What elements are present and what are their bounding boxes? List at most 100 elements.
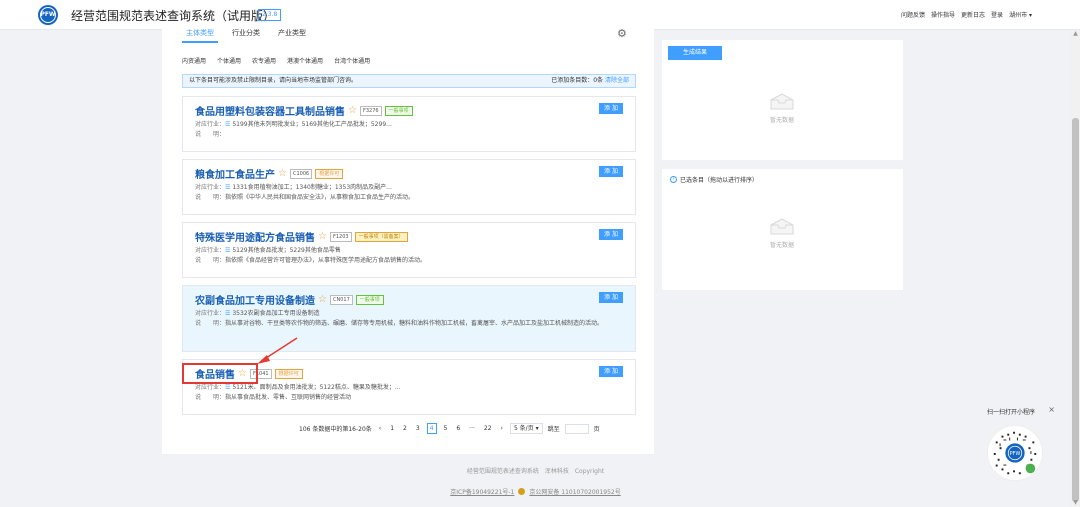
- info-text: 以下条目可能涉及禁止限制目录，请向当地市场监管部门咨询。: [189, 77, 358, 84]
- pagination: 106 条数据中的第16-20条 ‹ 1 2 3 4 5 6 ··· 22 › …: [299, 423, 600, 434]
- city-select[interactable]: 湖州市: [1009, 10, 1032, 19]
- add-button[interactable]: 添 加: [599, 166, 623, 177]
- page-6[interactable]: 6: [454, 424, 462, 433]
- desc-text: 指依照《食品经营许可管理办法》，从事特殊医学用途配方食品销售的活动。: [225, 257, 427, 264]
- add-button[interactable]: 添 加: [599, 292, 623, 303]
- qr-logo-text: PFW: [1010, 451, 1021, 457]
- page-size-value: 5 条/页: [513, 425, 534, 432]
- police-link[interactable]: 京公网安备 11010702001952号: [529, 487, 620, 496]
- qr-code-icon: PFW: [987, 425, 1043, 481]
- subtab-domestic[interactable]: 内资通用: [182, 56, 206, 65]
- page-2[interactable]: 2: [401, 424, 409, 433]
- item-title[interactable]: 食品用塑料包装容器工具制品销售: [195, 103, 345, 118]
- add-button[interactable]: 添 加: [599, 103, 623, 114]
- added-count: 已添加条目数：0条: [551, 77, 604, 84]
- desc-text: 指从事食品批发、零售、互联网销售的经营活动: [225, 394, 352, 401]
- list-item: 食品用塑料包装容器工具制品销售 ☆ F3276 一般事项 添 加 对应行业：☰ …: [182, 96, 636, 152]
- nav-changelog[interactable]: 更新日志: [961, 10, 985, 19]
- generate-result-button[interactable]: 生成结果: [668, 46, 722, 60]
- desc-label: 说 明：: [195, 131, 226, 138]
- tab-entity-type[interactable]: 主体类型: [182, 28, 218, 43]
- question-icon: ?: [670, 176, 677, 183]
- industry-label: 对应行业：: [195, 247, 226, 254]
- nav-login[interactable]: 登录: [991, 10, 1003, 19]
- nav-feedback[interactable]: 问题反馈: [901, 10, 925, 19]
- page-3[interactable]: 3: [414, 424, 422, 433]
- item-title[interactable]: 粮食加工食品生产: [195, 166, 275, 181]
- item-title[interactable]: 农副食品加工专用设备制造: [195, 292, 315, 307]
- selected-header: ? 已选条目（拖动以进行排序）: [670, 175, 758, 184]
- status-badge: 根据许可: [274, 368, 303, 379]
- page-1[interactable]: 1: [388, 424, 396, 433]
- subtab-individual[interactable]: 个体通用: [217, 56, 241, 65]
- scrollbar[interactable]: ▲ ▼: [1071, 30, 1080, 507]
- clear-all-link[interactable]: 清除全部: [605, 77, 629, 84]
- page-22[interactable]: 22: [482, 424, 494, 433]
- page-5[interactable]: 5: [442, 424, 450, 433]
- item-code: F1203: [329, 231, 352, 242]
- industry-text: 5199其他未列明批发业；5169其他化工产品批发；5299...: [232, 121, 392, 128]
- pager-summary: 106 条数据中的第16-20条: [299, 426, 372, 433]
- list-icon[interactable]: ☰: [225, 384, 230, 391]
- industry-label: 对应行业：: [195, 184, 226, 191]
- gear-icon[interactable]: ⚙: [617, 28, 629, 40]
- subtab-farm[interactable]: 农专通用: [252, 56, 276, 65]
- category-tabs: 主体类型 行业分类 产业类型: [182, 28, 310, 43]
- list-icon[interactable]: ☰: [225, 121, 230, 128]
- add-button[interactable]: 添 加: [599, 366, 623, 377]
- prev-page-icon[interactable]: ‹: [377, 424, 383, 433]
- empty-state: 暂无数据: [762, 217, 802, 249]
- logo[interactable]: PFW: [38, 5, 58, 25]
- desc-text: 指从事对谷物、干豆类等农作物的筛选、碾磨、储存等专用机械，糖料和油料作物加工机械…: [225, 320, 604, 327]
- add-button[interactable]: 添 加: [599, 229, 623, 240]
- item-title[interactable]: 特殊医学用途配方食品销售: [195, 229, 315, 244]
- industry-label: 对应行业：: [195, 121, 226, 128]
- empty-text: 暂无数据: [769, 117, 794, 124]
- subtab-taiwan[interactable]: 台湾个体通用: [334, 56, 370, 65]
- desc-label: 说 明：: [195, 320, 226, 327]
- page-ellipsis[interactable]: ···: [467, 424, 477, 433]
- list-icon[interactable]: ☰: [225, 184, 230, 191]
- list-item: 特殊医学用途配方食品销售 ☆ F1203 一般事项（需备案） 添 加 对应行业：…: [182, 222, 636, 278]
- list-item: 农副食品加工专用设备制造 ☆ CN017 一般事项 添 加 对应行业：☰ 353…: [182, 285, 636, 352]
- industry-label: 对应行业：: [195, 384, 226, 391]
- industry-text: 1331食用植物油加工；1340制糖业；1353肉制品及副产...: [232, 184, 392, 191]
- selected-label: 已选条目（拖动以进行排序）: [680, 177, 759, 184]
- empty-state: 暂无数据: [762, 92, 802, 124]
- star-icon[interactable]: ☆: [348, 105, 357, 116]
- close-icon[interactable]: ×: [1048, 405, 1055, 414]
- empty-inbox-icon: [770, 93, 794, 110]
- list-icon[interactable]: ☰: [225, 310, 230, 317]
- star-icon[interactable]: ☆: [318, 294, 327, 305]
- list-icon[interactable]: ☰: [225, 247, 230, 254]
- desc-label: 说 明：: [195, 394, 226, 401]
- tab-industry[interactable]: 行业分类: [228, 28, 264, 43]
- page-4[interactable]: 4: [426, 423, 437, 434]
- jump-input[interactable]: [564, 423, 589, 434]
- footer-copyright: 经营范围规范表述查询系统 浑林科技 Copyright: [466, 468, 605, 475]
- tab-sector[interactable]: 产业类型: [274, 28, 310, 43]
- scroll-thumb[interactable]: [1072, 118, 1079, 502]
- annotation-box: [182, 363, 258, 384]
- industry-text: 3532农副食品加工专用设备制造: [232, 310, 320, 317]
- desc-label: 说 明：: [195, 257, 226, 264]
- empty-text: 暂无数据: [769, 242, 794, 249]
- icp-link[interactable]: 京ICP备19049221号-1: [450, 487, 514, 496]
- nav-guide[interactable]: 操作指导: [931, 10, 955, 19]
- star-icon[interactable]: ☆: [318, 231, 327, 242]
- version-badge: 2.3.8: [258, 9, 282, 21]
- selected-panel: ? 已选条目（拖动以进行排序） 暂无数据: [662, 169, 903, 290]
- annotation-arrow-icon: [257, 337, 298, 364]
- item-code: F3276: [359, 105, 382, 116]
- industry-label: 对应行业：: [195, 310, 226, 317]
- scroll-up-icon[interactable]: ▲: [1072, 31, 1079, 37]
- page-size-select[interactable]: 5 条/页 ▾: [509, 423, 543, 434]
- scroll-down-icon[interactable]: ▼: [1072, 500, 1079, 506]
- status-badge: 一般事项: [355, 294, 384, 305]
- desc-label: 说 明：: [195, 194, 226, 201]
- status-badge: 根据许可: [315, 168, 344, 179]
- top-nav: 问题反馈 操作指导 更新日志 登录 湖州市: [901, 10, 1032, 19]
- next-page-icon[interactable]: ›: [499, 424, 505, 433]
- star-icon[interactable]: ☆: [278, 168, 287, 179]
- subtab-hkmo[interactable]: 港澳个体通用: [287, 56, 323, 65]
